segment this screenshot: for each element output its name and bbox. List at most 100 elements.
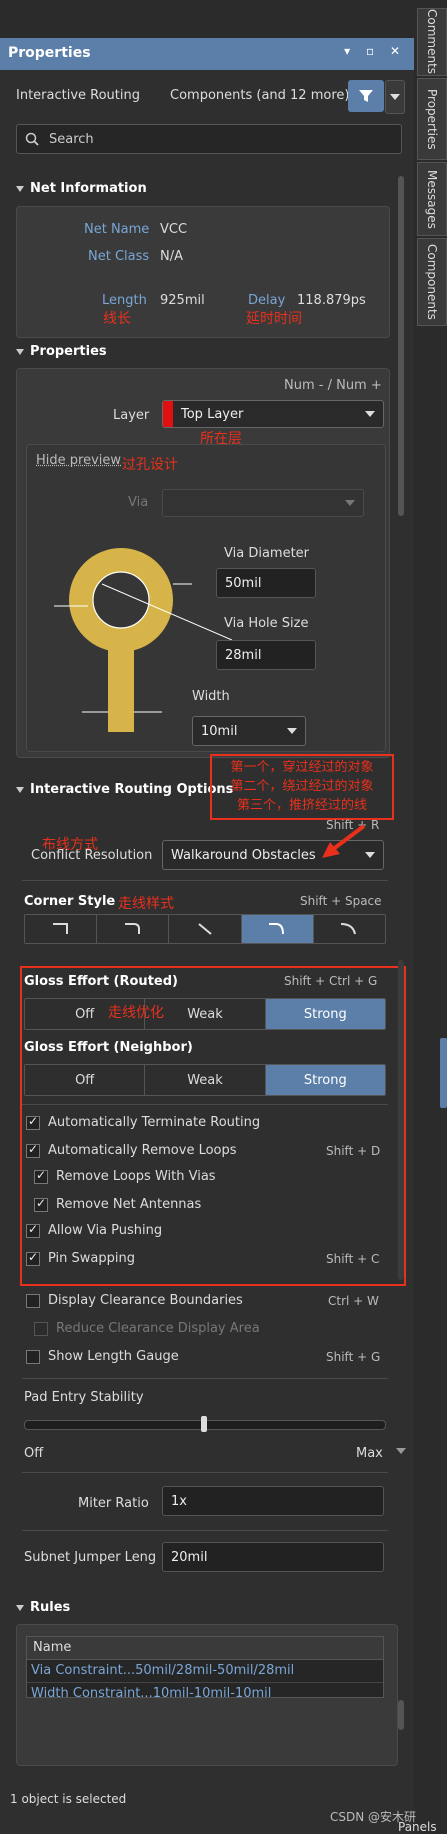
side-handle[interactable]	[440, 1038, 447, 1108]
check-show-length-gauge[interactable]	[26, 1350, 40, 1364]
gloss-neighbor-strong[interactable]: Strong	[265, 1065, 385, 1095]
check-auto-terminate[interactable]	[26, 1114, 40, 1130]
gloss-routed-group: Off Weak Strong	[24, 998, 386, 1030]
check-auto-remove-loops-label: Automatically Remove Loops	[48, 1143, 237, 1158]
corner-45-arc-icon	[269, 923, 285, 935]
iro-separator-4	[22, 1472, 388, 1473]
iro-scrollbar[interactable]	[398, 960, 404, 1280]
panel-title: Properties	[8, 45, 91, 61]
net-info-heading[interactable]: Net Information	[16, 181, 147, 196]
corner-45-button[interactable]	[169, 915, 242, 943]
corner-90-button[interactable]	[25, 915, 98, 943]
filter-icon	[359, 90, 373, 102]
iro-separator-2	[22, 1104, 388, 1105]
corner-arc-button[interactable]	[313, 915, 385, 943]
delay-value: 118.879ps	[297, 293, 366, 308]
via-hole-input[interactable]: 28mil	[216, 640, 316, 670]
gloss-neighbor-weak[interactable]: Weak	[145, 1065, 266, 1095]
layer-dropdown[interactable]: Top Layer	[162, 400, 384, 428]
properties-heading[interactable]: Properties	[16, 344, 107, 359]
width-label: Width	[192, 689, 230, 704]
delay-annotation: 延时时间	[246, 311, 302, 327]
tab-comments[interactable]: Comments	[417, 8, 447, 76]
net-info-box	[16, 206, 390, 338]
check-auto-terminate-label: Automatically Terminate Routing	[48, 1115, 261, 1130]
rule-item-via[interactable]: Via Constraint...50mil/28mil-50mil/28mil	[27, 1660, 383, 1683]
check-pin-swapping[interactable]	[26, 1250, 40, 1266]
gloss-routed-shortcut: Shift + Ctrl + G	[284, 974, 378, 988]
subnet-jumper-input[interactable]: 20mil	[162, 1542, 384, 1572]
gloss-routed-label: Gloss Effort (Routed)	[24, 974, 178, 989]
search-input[interactable]: Search	[16, 124, 402, 154]
corner-arc-icon	[341, 923, 357, 935]
rules-column-header: Name	[27, 1637, 383, 1660]
rules-heading[interactable]: Rules	[16, 1600, 70, 1615]
pad-entry-slider-thumb[interactable]	[201, 1416, 207, 1432]
panels-button[interactable]: Panels	[398, 1820, 437, 1834]
check-display-clearance-label: Display Clearance Boundaries	[48, 1293, 243, 1308]
check-display-clearance-shortcut: Ctrl + W	[328, 1294, 379, 1308]
filter-dropdown[interactable]	[385, 80, 405, 114]
check-auto-remove-loops[interactable]	[26, 1142, 40, 1158]
via-dropdown[interactable]	[162, 489, 364, 517]
via-diameter-label: Via Diameter	[224, 546, 310, 561]
check-remove-loops-vias[interactable]	[34, 1168, 48, 1184]
iro-heading[interactable]: Interactive Routing Options	[16, 782, 233, 797]
scroll-down-icon[interactable]	[396, 1448, 406, 1454]
rules-heading-text: Rules	[30, 1600, 71, 1615]
tab-components[interactable]: Components	[417, 238, 447, 326]
gloss-neighbor-label: Gloss Effort (Neighbor)	[24, 1040, 193, 1055]
via-diagram	[54, 548, 232, 732]
tab-comments-label: Comments	[425, 9, 439, 75]
tab-properties[interactable]: Properties	[417, 78, 447, 160]
via-annotation: 过孔设计	[122, 457, 178, 473]
check-display-clearance[interactable]	[26, 1294, 40, 1308]
corner-90-icon	[52, 923, 68, 934]
check-allow-via-pushing[interactable]	[26, 1222, 40, 1238]
iro-separator-3	[22, 1378, 388, 1379]
check-show-length-gauge-shortcut: Shift + G	[326, 1350, 381, 1364]
filter-button[interactable]	[348, 80, 384, 112]
anno-line-3: 第三个，推挤经过的线	[236, 798, 367, 813]
width-dropdown[interactable]: 10mil	[192, 716, 306, 746]
gloss-routed-strong[interactable]: Strong	[265, 999, 385, 1029]
rule-item-width[interactable]: Width Constraint...10mil-10mil-10mil	[27, 1683, 383, 1705]
check-remove-antennas-label: Remove Net Antennas	[56, 1197, 202, 1212]
corner-90-arc-icon	[124, 923, 140, 934]
check-reduce-clearance[interactable]	[34, 1322, 48, 1336]
panel-titlebar: Properties ▾ ▫ ✕	[0, 38, 414, 70]
properties-heading-text: Properties	[30, 344, 107, 359]
conflict-annotation-box: 第一个，穿过经过的对象 第二个，绕过经过的对象 第三个，推挤经过的线	[210, 754, 394, 820]
net-name-label: Net Name	[84, 222, 150, 237]
tab-properties-label: Properties	[425, 88, 439, 150]
conflict-value: Walkaround Obstacles	[171, 847, 316, 863]
check-remove-antennas[interactable]	[34, 1196, 48, 1212]
rules-table: Name Via Constraint...50mil/28mil-50mil/…	[26, 1636, 384, 1701]
pad-entry-max: Max	[356, 1446, 383, 1461]
check-pin-swapping-shortcut: Shift + C	[326, 1252, 380, 1266]
check-remove-loops-vias-label: Remove Loops With Vias	[56, 1169, 216, 1184]
hide-preview-link[interactable]: Hide preview	[36, 453, 121, 468]
via-diameter-input[interactable]: 50mil	[216, 568, 316, 598]
miter-ratio-input[interactable]: 1x	[162, 1486, 384, 1516]
gloss-neighbor-off[interactable]: Off	[25, 1065, 146, 1095]
num-hint: Num - / Num +	[284, 378, 382, 393]
corner-45-arc-button[interactable]	[241, 915, 314, 943]
tab-messages[interactable]: Messages	[417, 162, 447, 236]
check-auto-remove-loops-shortcut: Shift + D	[326, 1144, 381, 1158]
via-hole-label: Via Hole Size	[224, 616, 309, 631]
corner-90-arc-button[interactable]	[97, 915, 170, 943]
titlebar-controls[interactable]: ▾ ▫ ✕	[344, 44, 406, 58]
width-value: 10mil	[201, 723, 238, 739]
search-icon	[25, 132, 39, 146]
pad-entry-off: Off	[24, 1446, 44, 1461]
panel-scrollbar[interactable]	[398, 176, 404, 516]
net-class-label: Net Class	[88, 249, 150, 264]
pad-entry-label: Pad Entry Stability	[24, 1390, 144, 1405]
search-placeholder: Search	[49, 131, 94, 147]
net-info-heading-text: Net Information	[30, 181, 147, 196]
length-label: Length	[102, 293, 147, 308]
rules-scrollbar[interactable]	[398, 1700, 404, 1730]
length-annotation: 线长	[103, 311, 131, 327]
length-value: 925mil	[160, 293, 205, 308]
